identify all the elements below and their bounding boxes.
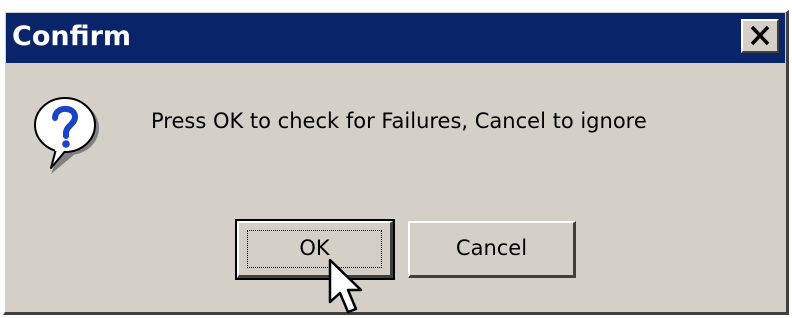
close-button[interactable] [741, 19, 779, 53]
title-bar[interactable]: Confirm [6, 13, 785, 63]
question-icon [34, 97, 99, 174]
ok-button-label: OK [299, 236, 330, 260]
cancel-button-label: Cancel [455, 236, 528, 260]
close-icon [750, 25, 770, 46]
cancel-button[interactable]: Cancel [408, 221, 576, 278]
ok-button[interactable]: OK [235, 219, 395, 280]
confirm-dialog: Confirm Press OK to check for Failures, … [3, 10, 789, 315]
screen: Confirm Press OK to check for Failures, … [0, 0, 792, 318]
window-title: Confirm [12, 21, 132, 52]
dialog-message: Press OK to check for Failures, Cancel t… [151, 109, 647, 133]
